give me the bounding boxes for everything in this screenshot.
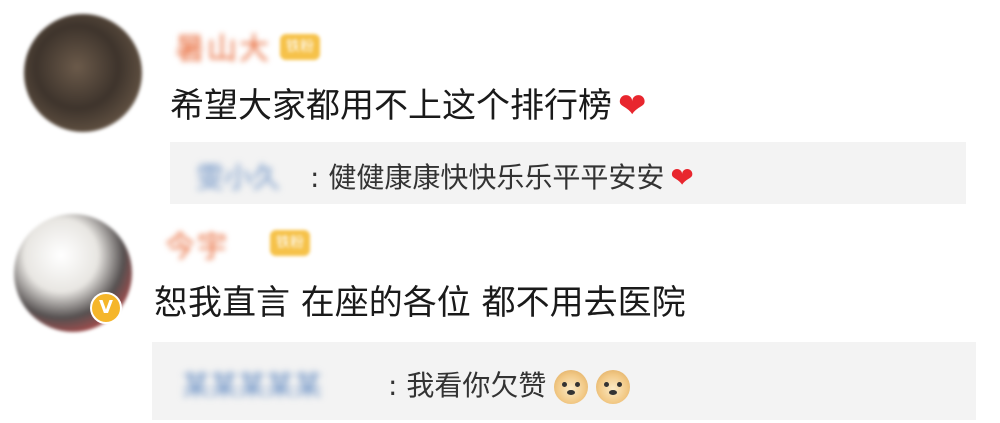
reply-text: : 健健康康快快乐乐平平安安 ❤ — [310, 156, 694, 196]
reply-text-content: 健健康康快快乐乐平平安安 — [328, 161, 665, 194]
fan-level-badge: 铁粉 — [280, 34, 320, 60]
comment-username[interactable]: 今宇 — [165, 222, 229, 266]
doge-icon — [554, 370, 589, 404]
verified-badge-icon: V — [90, 292, 122, 324]
comment-text: 希望大家都用不上这个排行榜 ❤ — [170, 78, 647, 127]
reply-box[interactable]: 雯小久 : 健健康康快快乐乐平平安安 ❤ — [170, 142, 966, 204]
comment-username[interactable]: 暑山大 — [175, 24, 271, 68]
fan-level-badge: 铁粉 — [270, 230, 310, 256]
reply-separator: : — [388, 369, 398, 402]
heart-icon: ❤ — [618, 86, 647, 126]
heart-icon: ❤ — [670, 161, 694, 194]
avatar[interactable] — [24, 14, 142, 132]
reply-separator: : — [310, 161, 320, 194]
comment-text-content: 希望大家都用不上这个排行榜 — [170, 86, 612, 126]
reply-text: : 我看你欠赞 — [388, 364, 631, 404]
reply-username[interactable]: 某某某某某 — [182, 364, 322, 404]
reply-username[interactable]: 雯小久 — [196, 156, 280, 196]
reply-text-content: 我看你欠赞 — [406, 369, 547, 402]
comment-text: 恕我直言 在座的各位 都不用去医院 — [154, 283, 686, 323]
reply-box[interactable]: 某某某某某 : 我看你欠赞 — [152, 342, 976, 420]
doge-icon — [596, 370, 631, 404]
